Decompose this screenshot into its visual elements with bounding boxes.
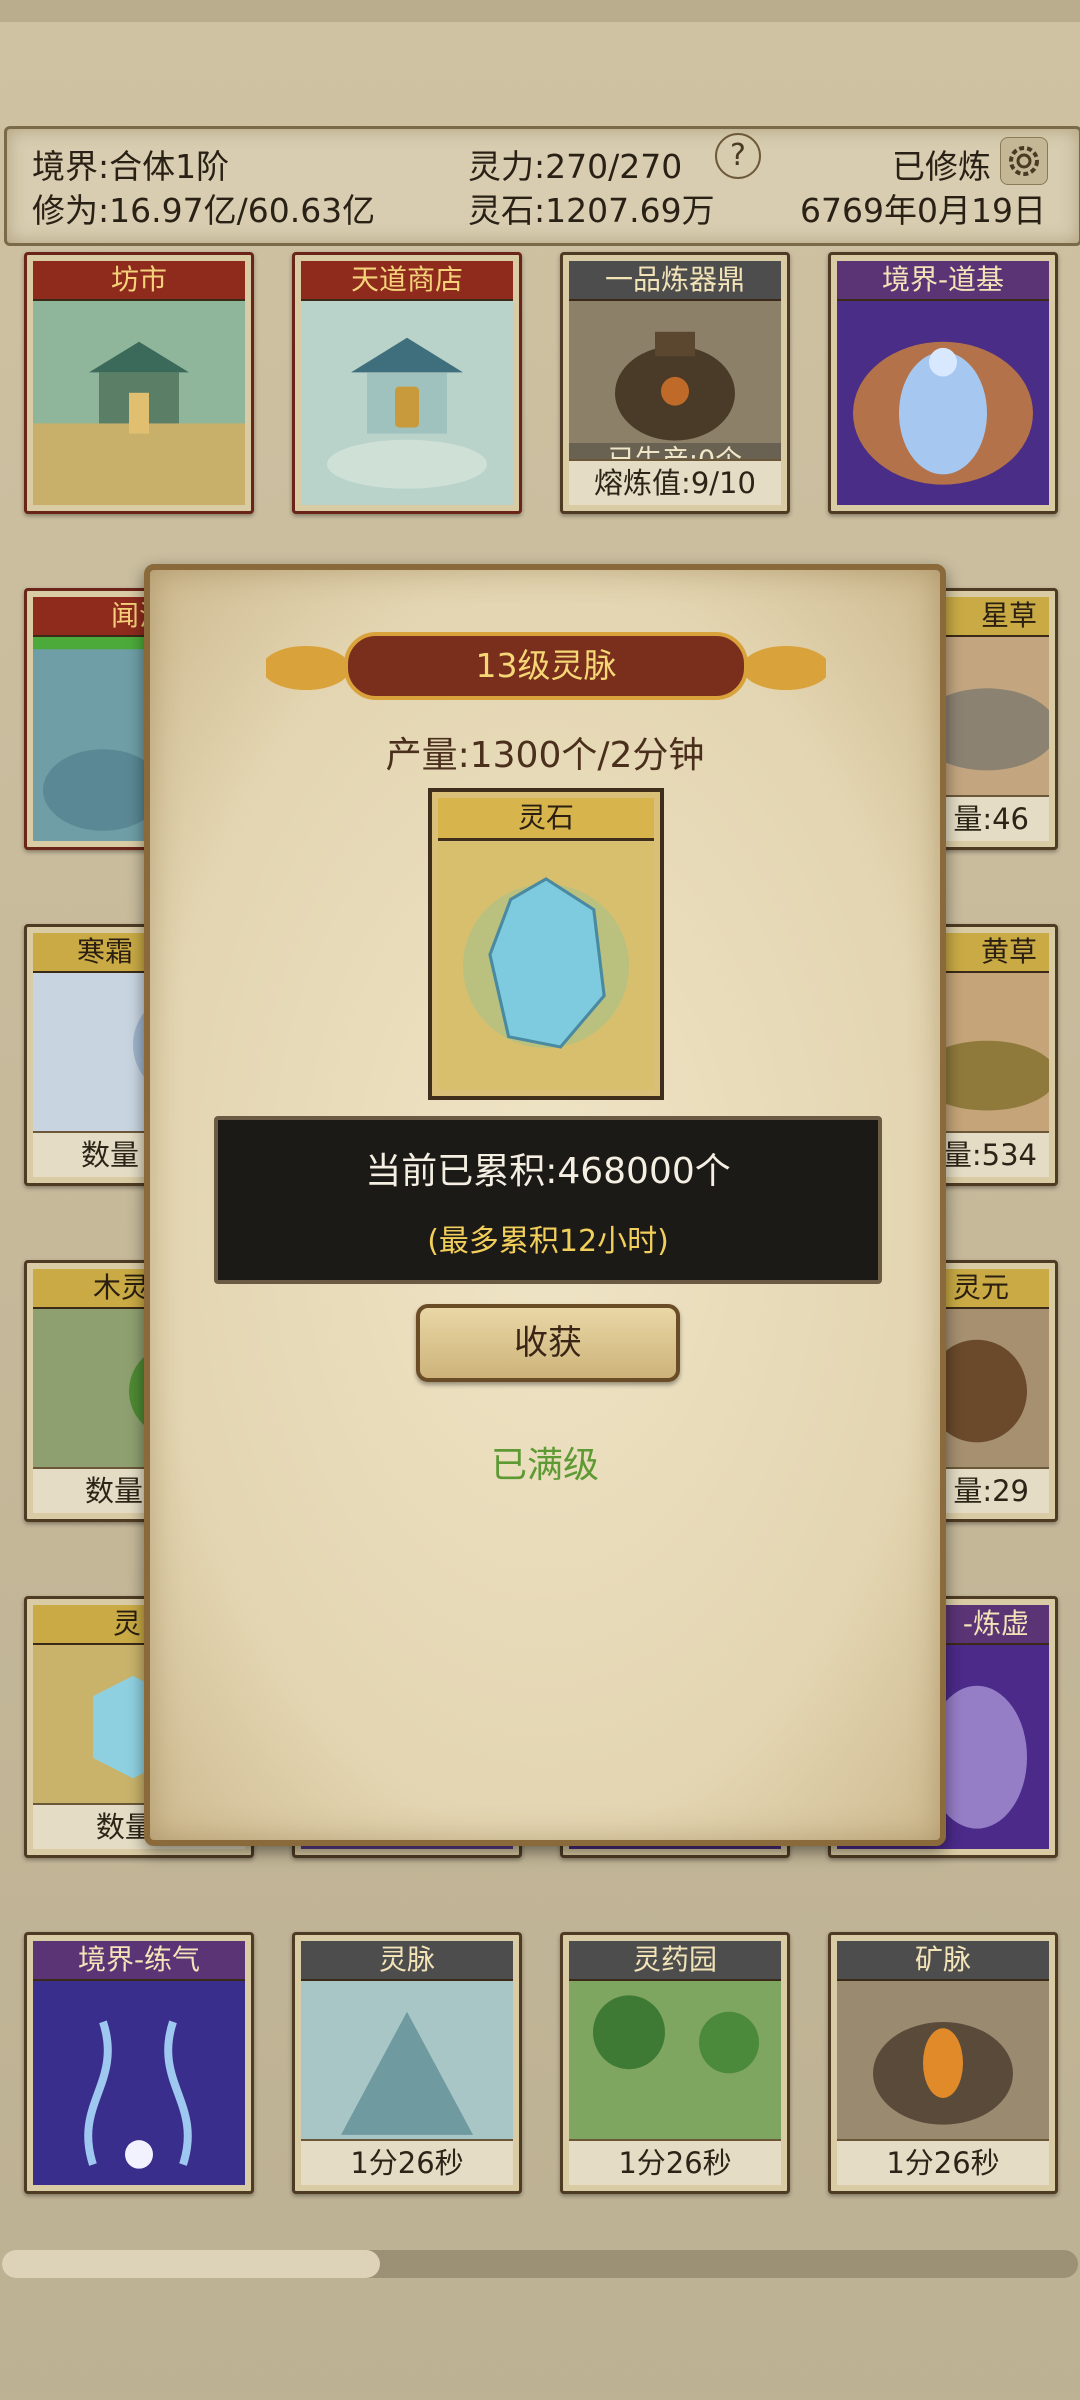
spirit-vein-illustration xyxy=(301,1981,513,2139)
card-title: 坊市 xyxy=(33,261,245,301)
max-level-status: 已满级 xyxy=(490,1445,599,1486)
furnace-smelt-value: 熔炼值:9/10 xyxy=(569,459,781,505)
gear-icon[interactable] xyxy=(1000,137,1048,185)
horizontal-scrollbar[interactable] xyxy=(2,2250,1078,2278)
card-title: 矿脉 xyxy=(837,1941,1049,1981)
realm-lianqi-illustration xyxy=(33,1981,245,2185)
spirit-vein-dialog: 13级灵脉 产量:1300个/2分钟 灵石 当前已累积:468000个 (最多累… xyxy=(144,564,946,1846)
card-mine[interactable]: 矿脉 1分26秒 xyxy=(828,1932,1058,2194)
cultivated-label: 已修炼 xyxy=(892,147,991,186)
card-realm-daoji[interactable]: 境界-道基 xyxy=(828,252,1058,514)
dialog-title-ribbon: 13级灵脉 xyxy=(266,628,826,704)
card-herb-garden[interactable]: 灵药园 1分26秒 xyxy=(560,1932,790,2194)
spirit-vein-timer: 1分26秒 xyxy=(301,2139,513,2185)
herb-garden-timer: 1分26秒 xyxy=(569,2139,781,2185)
card-title: 灵脉 xyxy=(301,1941,513,1981)
game-date: 6769年0月19日 xyxy=(800,191,1046,230)
realm-label: 境界:合体1阶 xyxy=(32,147,230,186)
product-card: 灵石 xyxy=(428,788,664,1100)
card-heaven-shop[interactable]: 天道商店 xyxy=(292,252,522,514)
accumulation-panel: 当前已累积:468000个 (最多累积12小时) xyxy=(214,1116,882,1284)
spirit-power-label: 灵力:270/270 xyxy=(468,147,683,186)
card-market[interactable]: 坊市 xyxy=(24,252,254,514)
harvest-button[interactable]: 收获 xyxy=(416,1304,680,1382)
production-rate: 产量:1300个/2分钟 xyxy=(385,735,705,776)
herb-garden-illustration xyxy=(569,1981,781,2139)
card-title: 一品炼器鼎 xyxy=(569,261,781,301)
card-spirit-vein[interactable]: 灵脉 1分26秒 xyxy=(292,1932,522,2194)
card-furnace[interactable]: 一品炼器鼎 已生产:0个 熔炼值:9/10 xyxy=(560,252,790,514)
shop-illustration xyxy=(301,301,513,505)
card-title: 天道商店 xyxy=(301,261,513,301)
accumulated-amount: 当前已累积:468000个 xyxy=(365,1151,731,1192)
mine-illustration xyxy=(837,1981,1049,2139)
dialog-title: 13级灵脉 xyxy=(475,646,617,685)
card-realm-lianqi[interactable]: 境界-练气 xyxy=(24,1932,254,2194)
scrollbar-thumb[interactable] xyxy=(2,2250,380,2278)
accumulation-limit-note: (最多累积12小时) xyxy=(427,1224,669,1259)
spirit-stone-label: 灵石:1207.69万 xyxy=(468,191,715,230)
card-title: 灵药园 xyxy=(569,1941,781,1981)
status-bar xyxy=(0,0,1080,22)
furnace-illustration xyxy=(569,301,781,459)
card-title: 境界-道基 xyxy=(837,261,1049,301)
help-icon[interactable]: ? xyxy=(715,133,761,179)
mine-timer: 1分26秒 xyxy=(837,2139,1049,2185)
cultivation-label: 修为:16.97亿/60.63亿 xyxy=(32,191,376,230)
product-title: 灵石 xyxy=(438,798,654,841)
market-illustration xyxy=(33,301,245,505)
spirit-stone-gem-icon xyxy=(438,842,654,1090)
card-title: 境界-练气 xyxy=(33,1941,245,1981)
realm-daoji-illustration xyxy=(837,301,1049,505)
